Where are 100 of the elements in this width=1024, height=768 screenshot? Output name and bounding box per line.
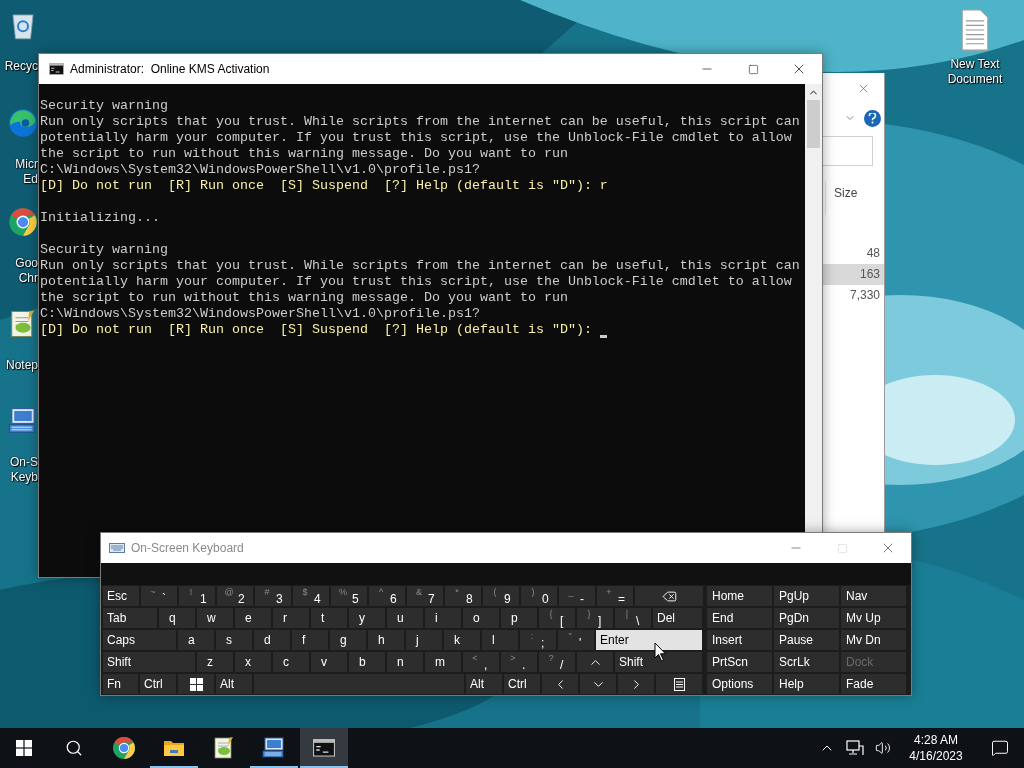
key[interactable]: Shift: [615, 652, 702, 672]
key[interactable]: + =: [597, 586, 633, 606]
key[interactable]: j: [406, 630, 442, 650]
key[interactable]: f: [292, 630, 328, 650]
search-field[interactable]: [823, 136, 873, 166]
key[interactable]: < ,: [463, 652, 499, 672]
key[interactable]: c: [273, 652, 309, 672]
key[interactable]: [656, 674, 702, 694]
key[interactable]: d: [254, 630, 290, 650]
key[interactable]: r: [273, 608, 309, 628]
clock-date[interactable]: 4/16/2023: [909, 748, 963, 764]
key[interactable]: k: [444, 630, 480, 650]
key[interactable]: Alt: [466, 674, 502, 694]
help-icon[interactable]: [864, 109, 881, 127]
key[interactable]: * 8: [445, 586, 481, 606]
console-line: Initializing...: [40, 210, 160, 226]
key[interactable]: l: [482, 630, 518, 650]
key[interactable]: % 5: [331, 586, 367, 606]
keyboard-icon: [262, 736, 286, 760]
key[interactable]: " ': [558, 630, 594, 650]
key[interactable]: b: [349, 652, 385, 672]
key[interactable]: ScrLk: [774, 652, 839, 672]
key[interactable]: : ;: [520, 630, 556, 650]
key[interactable]: Del: [653, 608, 702, 628]
scrollbar-thumb[interactable]: [807, 100, 820, 148]
mouse-pointer-icon: [654, 642, 667, 662]
console-line: potentially harm your computer. If you trust this script, use the Unblock-File cmdlet to allow: [40, 274, 792, 290]
key[interactable]: w: [197, 608, 233, 628]
key[interactable]: Fn: [103, 674, 138, 694]
key[interactable]: Help: [774, 674, 839, 694]
key[interactable]: Options: [707, 674, 772, 694]
key[interactable]: Ctrl: [504, 674, 540, 694]
key[interactable]: Esc: [103, 586, 139, 606]
maximize-icon: [836, 542, 848, 554]
key[interactable]: m: [425, 652, 461, 672]
key[interactable]: s: [216, 630, 252, 650]
taskbar-button[interactable]: [300, 728, 348, 768]
key[interactable]: PgUp: [774, 586, 839, 606]
key[interactable]: Enter: [596, 630, 702, 650]
key[interactable]: [178, 674, 214, 694]
key[interactable]: Nav: [841, 586, 906, 606]
key[interactable]: ) 0: [521, 586, 557, 606]
key[interactable]: t: [311, 608, 347, 628]
key[interactable]: & 7: [407, 586, 443, 606]
key[interactable]: i: [425, 608, 461, 628]
key[interactable]: ? /: [539, 652, 575, 672]
icon-label: Chr: [18, 271, 38, 286]
console-line: C:\Windows\System32\WindowsPowerShell\v1.0\profile.ps1?: [40, 306, 480, 322]
key[interactable]: a: [178, 630, 214, 650]
key[interactable]: h: [368, 630, 404, 650]
key[interactable]: p: [501, 608, 537, 628]
icon-label: Ed: [23, 172, 38, 187]
network-icon[interactable]: [846, 740, 864, 756]
key[interactable]: x: [235, 652, 271, 672]
key[interactable]: ~ `: [141, 586, 177, 606]
key[interactable]: n: [387, 652, 423, 672]
notepad-icon: [212, 736, 236, 760]
key[interactable]: e: [235, 608, 271, 628]
key[interactable]: Ctrl: [140, 674, 176, 694]
key[interactable]: ! 1: [179, 586, 215, 606]
key[interactable]: Tab: [103, 608, 157, 628]
key[interactable]: ( 9: [483, 586, 519, 606]
key[interactable]: | \: [615, 608, 651, 628]
key[interactable]: Caps: [103, 630, 176, 650]
table-cell-text: 7,330: [848, 287, 881, 304]
key[interactable]: y: [349, 608, 385, 628]
key[interactable]: End: [707, 608, 772, 628]
key[interactable]: } ]: [577, 608, 613, 628]
key[interactable]: Fade: [841, 674, 906, 694]
key[interactable]: o: [463, 608, 499, 628]
key[interactable]: Mv Dn: [841, 630, 906, 650]
key[interactable]: Shift: [103, 652, 195, 672]
key[interactable]: PgDn: [774, 608, 839, 628]
key[interactable]: [635, 586, 703, 606]
key[interactable]: Mv Up: [841, 608, 906, 628]
key[interactable]: Home: [707, 586, 772, 606]
key[interactable]: { [: [539, 608, 575, 628]
key[interactable]: v: [311, 652, 347, 672]
icon-label: On-S: [10, 455, 38, 470]
key[interactable]: u: [387, 608, 423, 628]
icon-label: New Text: [950, 57, 1000, 72]
key[interactable]: Insert: [707, 630, 772, 650]
key[interactable]: Alt: [216, 674, 252, 694]
key[interactable]: PrtScn: [707, 652, 772, 672]
key[interactable]: > .: [501, 652, 537, 672]
browser-icon: [8, 207, 38, 237]
key[interactable]: q: [159, 608, 195, 628]
key[interactable]: z: [197, 652, 233, 672]
clock-time[interactable]: 4:28 AM: [914, 732, 958, 748]
volume-icon[interactable]: [875, 740, 891, 756]
key[interactable]: # 3: [255, 586, 291, 606]
key[interactable]: @ 2: [217, 586, 253, 606]
column-header[interactable]: Size: [825, 181, 884, 215]
key[interactable]: ^ 6: [369, 586, 405, 606]
key[interactable]: $ 4: [293, 586, 329, 606]
key[interactable]: Pause: [774, 630, 839, 650]
keyboard-icon: [8, 406, 38, 436]
search-icon: [65, 739, 83, 757]
key[interactable]: g: [330, 630, 366, 650]
key[interactable]: _ -: [559, 586, 595, 606]
